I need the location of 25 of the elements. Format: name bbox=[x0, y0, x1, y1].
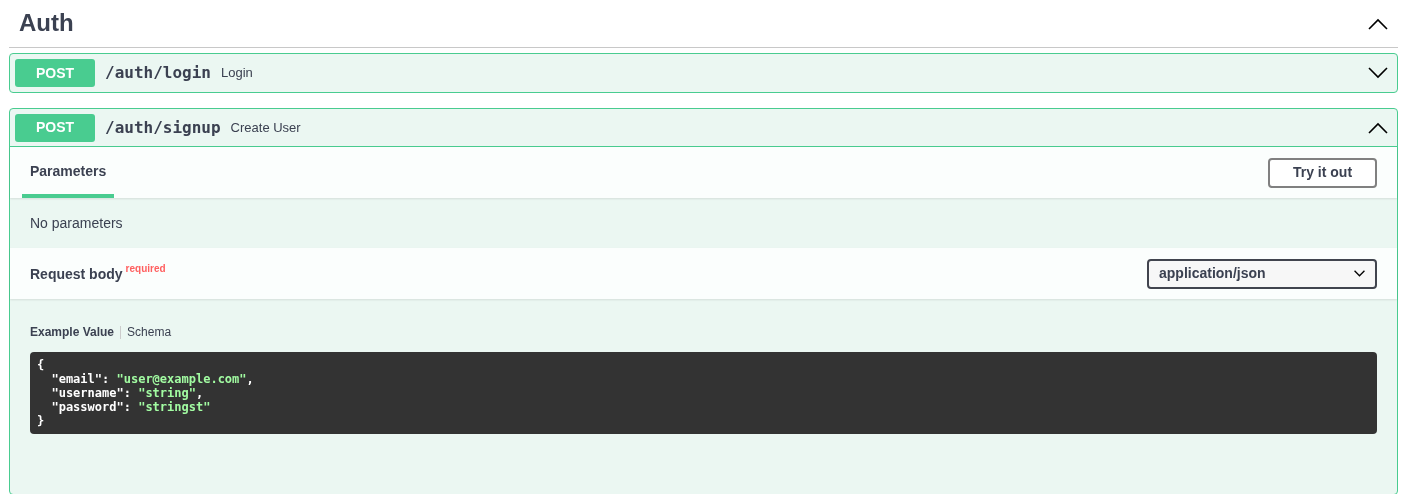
collapse-icon[interactable] bbox=[1368, 17, 1388, 30]
no-parameters-text: No parameters bbox=[30, 213, 123, 233]
collapse-icon[interactable] bbox=[1368, 121, 1388, 134]
code-line: "username": "string", bbox=[50, 386, 204, 400]
endpoint-path: /auth/login bbox=[105, 62, 211, 84]
endpoint-summary: Create User bbox=[230, 118, 301, 137]
expand-icon[interactable] bbox=[1368, 67, 1388, 79]
content-type-select[interactable]: application/json bbox=[1147, 258, 1377, 289]
caret-icon[interactable] bbox=[1354, 270, 1365, 277]
endpoint-path: /auth/signup bbox=[105, 116, 221, 139]
required-label: required bbox=[125, 262, 166, 274]
code-line: "email": "user@example.com", bbox=[50, 372, 254, 386]
request-body-label: Request body bbox=[30, 265, 123, 282]
endpoint-summary: Login bbox=[220, 64, 253, 83]
example-tab[interactable]: Schema bbox=[127, 323, 172, 341]
section-title: Auth bbox=[19, 9, 74, 38]
method-badge: POST bbox=[15, 59, 95, 87]
try-it-out-button[interactable]: Try it out bbox=[1268, 157, 1377, 188]
code-line: "password": "stringst" bbox=[50, 400, 211, 414]
example-tab[interactable]: Example Value bbox=[30, 323, 115, 341]
parameters-tab[interactable]: Parameters bbox=[22, 147, 115, 198]
section-header[interactable]: Auth bbox=[9, 0, 1398, 48]
method-badge: POST bbox=[15, 113, 95, 142]
code-line: { bbox=[37, 358, 45, 372]
code-line: } bbox=[37, 414, 45, 428]
